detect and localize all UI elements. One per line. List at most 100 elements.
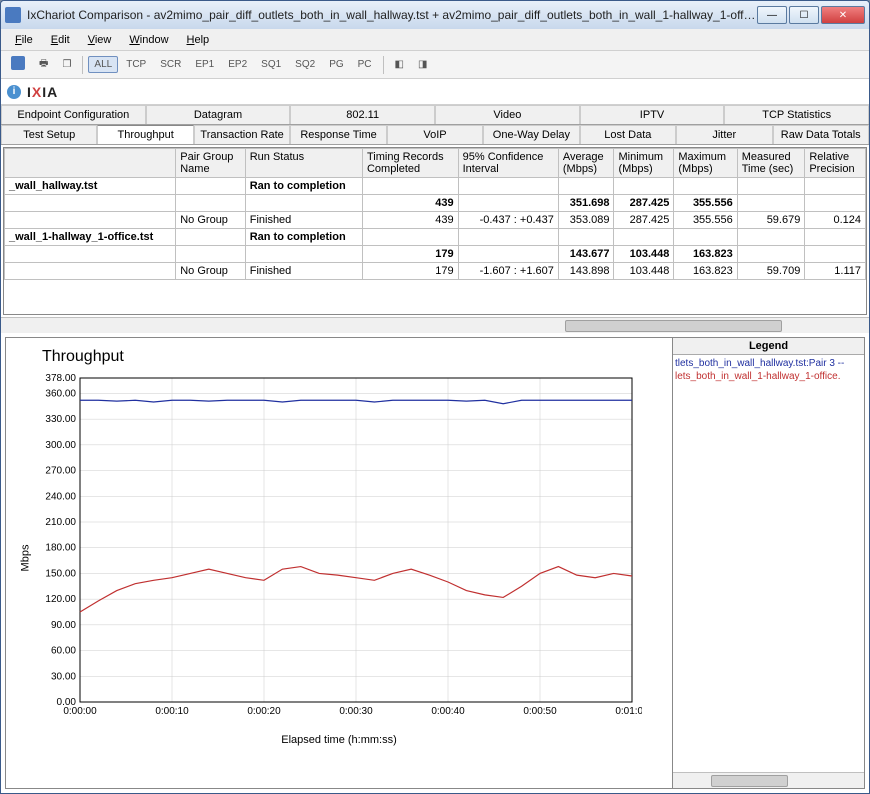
cell bbox=[674, 178, 737, 195]
toolbar: 🖶 ❐ ALL TCP SCR EP1 EP2 SQ1 SQ2 PG PC ◧ … bbox=[1, 51, 869, 79]
cell: 355.556 bbox=[674, 195, 737, 212]
tab-raw-data-totals[interactable]: Raw Data Totals bbox=[773, 125, 869, 144]
cell bbox=[5, 246, 176, 263]
cell bbox=[176, 195, 245, 212]
menu-view[interactable]: View bbox=[80, 32, 120, 48]
maximize-button[interactable]: ☐ bbox=[789, 6, 819, 24]
tab-transaction-rate[interactable]: Transaction Rate bbox=[194, 125, 290, 144]
svg-text:330.00: 330.00 bbox=[45, 414, 76, 425]
filter-tcp-button[interactable]: TCP bbox=[120, 56, 152, 73]
cell bbox=[245, 195, 362, 212]
column-header[interactable]: RelativePrecision bbox=[805, 149, 866, 178]
column-header[interactable]: Pair GroupName bbox=[176, 149, 245, 178]
cell: 163.823 bbox=[674, 246, 737, 263]
tab-video[interactable]: Video bbox=[435, 105, 580, 124]
table-row[interactable]: No GroupFinished179-1.607 : +1.607143.89… bbox=[5, 263, 866, 280]
legend-hscrollbar[interactable] bbox=[673, 772, 864, 788]
legend-item[interactable]: tlets_both_in_wall_hallway.tst:Pair 3 -- bbox=[675, 357, 862, 370]
close-button[interactable]: ✕ bbox=[821, 6, 865, 24]
column-header[interactable]: Average(Mbps) bbox=[558, 149, 614, 178]
tabs-bottom: Test SetupThroughputTransaction RateResp… bbox=[1, 125, 869, 145]
scrollbar-thumb[interactable] bbox=[565, 320, 782, 332]
cell: 143.898 bbox=[558, 263, 614, 280]
column-header[interactable]: Run Status bbox=[245, 149, 362, 178]
cell: -0.437 : +0.437 bbox=[458, 212, 558, 229]
column-header[interactable]: Minimum(Mbps) bbox=[614, 149, 674, 178]
filter-sq2-button[interactable]: SQ2 bbox=[289, 56, 321, 73]
print-button[interactable]: 🖶 bbox=[33, 53, 54, 76]
cell bbox=[737, 229, 805, 246]
menu-edit[interactable]: Edit bbox=[43, 32, 78, 48]
tab-one-way-delay[interactable]: One-Way Delay bbox=[483, 125, 579, 144]
svg-text:180.00: 180.00 bbox=[45, 543, 76, 554]
menu-help[interactable]: Help bbox=[179, 32, 218, 48]
tab-datagram[interactable]: Datagram bbox=[146, 105, 291, 124]
tool-extra2-button[interactable]: ◨ bbox=[412, 56, 433, 73]
cell bbox=[558, 178, 614, 195]
cell bbox=[458, 178, 558, 195]
cell bbox=[176, 229, 245, 246]
cell: 179 bbox=[362, 246, 458, 263]
copy-button[interactable]: ❐ bbox=[56, 56, 77, 73]
table-row[interactable]: _wall_1-hallway_1-office.tstRan to compl… bbox=[5, 229, 866, 246]
table-row[interactable]: 179143.677103.448163.823 bbox=[5, 246, 866, 263]
cell: No Group bbox=[176, 263, 245, 280]
tab-response-time[interactable]: Response Time bbox=[290, 125, 386, 144]
column-header[interactable]: Timing RecordsCompleted bbox=[362, 149, 458, 178]
svg-text:120.00: 120.00 bbox=[45, 594, 76, 605]
cell: 1.117 bbox=[805, 263, 866, 280]
table-row[interactable]: No GroupFinished439-0.437 : +0.437353.08… bbox=[5, 212, 866, 229]
filter-scr-button[interactable]: SCR bbox=[154, 56, 187, 73]
filter-ep2-button[interactable]: EP2 bbox=[222, 56, 253, 73]
filter-sq1-button[interactable]: SQ1 bbox=[255, 56, 287, 73]
tab-tcp-statistics[interactable]: TCP Statistics bbox=[724, 105, 869, 124]
table-row[interactable]: 439351.698287.425355.556 bbox=[5, 195, 866, 212]
tab-throughput[interactable]: Throughput bbox=[97, 125, 193, 144]
cell: 163.823 bbox=[674, 263, 737, 280]
minimize-button[interactable]: — bbox=[757, 6, 787, 24]
cell bbox=[805, 229, 866, 246]
tab-endpoint-configuration[interactable]: Endpoint Configuration bbox=[1, 105, 146, 124]
cell: _wall_1-hallway_1-office.tst bbox=[5, 229, 176, 246]
svg-text:60.00: 60.00 bbox=[51, 646, 76, 657]
titlebar[interactable]: IxChariot Comparison - av2mimo_pair_diff… bbox=[1, 1, 869, 29]
table-row[interactable]: _wall_hallway.tstRan to completion bbox=[5, 178, 866, 195]
info-icon[interactable]: i bbox=[7, 85, 21, 99]
y-axis-label: Mbps bbox=[19, 545, 31, 572]
svg-text:0:00:50: 0:00:50 bbox=[523, 706, 557, 717]
save-button[interactable] bbox=[5, 53, 31, 76]
svg-text:360.00: 360.00 bbox=[45, 388, 76, 399]
menu-file[interactable]: File bbox=[7, 32, 41, 48]
tab-jitter[interactable]: Jitter bbox=[676, 125, 772, 144]
filter-all-button[interactable]: ALL bbox=[88, 56, 118, 73]
cell: 0.124 bbox=[805, 212, 866, 229]
scrollbar-thumb[interactable] bbox=[711, 775, 787, 787]
cell: 143.677 bbox=[558, 246, 614, 263]
filter-ep1-button[interactable]: EP1 bbox=[189, 56, 220, 73]
column-header[interactable]: 95% ConfidenceInterval bbox=[458, 149, 558, 178]
menu-window[interactable]: Window bbox=[121, 32, 176, 48]
filter-pg-button[interactable]: PG bbox=[323, 56, 349, 73]
cell: Finished bbox=[245, 212, 362, 229]
column-header[interactable] bbox=[5, 149, 176, 178]
grid-hscrollbar[interactable] bbox=[1, 317, 869, 333]
tab-lost-data[interactable]: Lost Data bbox=[580, 125, 676, 144]
svg-text:378.00: 378.00 bbox=[45, 373, 76, 384]
svg-text:300.00: 300.00 bbox=[45, 440, 76, 451]
legend-item[interactable]: lets_both_in_wall_1-hallway_1-office. bbox=[675, 370, 862, 383]
filter-pc-button[interactable]: PC bbox=[352, 56, 378, 73]
cell: 439 bbox=[362, 195, 458, 212]
column-header[interactable]: Maximum(Mbps) bbox=[674, 149, 737, 178]
tab-test-setup[interactable]: Test Setup bbox=[1, 125, 97, 144]
results-grid[interactable]: Pair GroupNameRun StatusTiming RecordsCo… bbox=[3, 147, 867, 315]
tab-iptv[interactable]: IPTV bbox=[580, 105, 725, 124]
svg-text:210.00: 210.00 bbox=[45, 517, 76, 528]
tab-802.11[interactable]: 802.11 bbox=[290, 105, 435, 124]
column-header[interactable]: MeasuredTime (sec) bbox=[737, 149, 805, 178]
cell: 59.709 bbox=[737, 263, 805, 280]
tool-extra1-button[interactable]: ◧ bbox=[389, 56, 410, 73]
tab-voip[interactable]: VoIP bbox=[387, 125, 483, 144]
cell bbox=[458, 195, 558, 212]
menubar: File Edit View Window Help bbox=[1, 29, 869, 51]
cell bbox=[362, 229, 458, 246]
